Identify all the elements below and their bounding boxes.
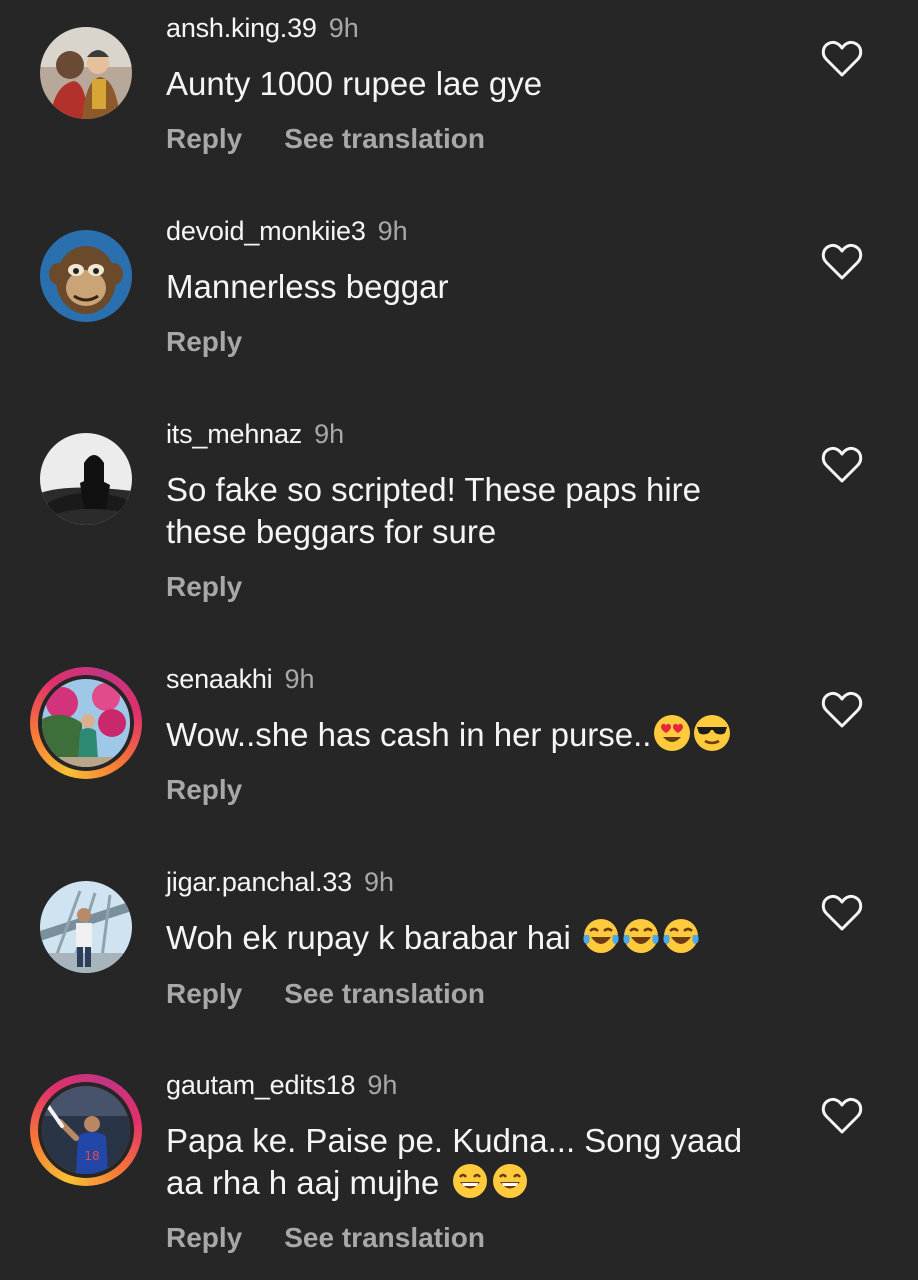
comment-username[interactable]: its_mehnaz: [166, 419, 302, 449]
avatar[interactable]: [40, 27, 132, 119]
reply-button[interactable]: Reply: [166, 1222, 242, 1254]
grinning-emoji: [491, 1162, 529, 1200]
profile-photo-icon: 18: [38, 1082, 134, 1178]
comment-text: Woh ek rupay k barabar hai: [166, 917, 786, 959]
comment-timestamp: 9h: [367, 1070, 398, 1100]
grinning-emoji: [451, 1162, 489, 1200]
comment-timestamp: 9h: [377, 216, 408, 246]
reply-button[interactable]: Reply: [166, 774, 242, 806]
tears-of-joy-emoji: [622, 917, 660, 955]
comment-timestamp: 9h: [284, 664, 315, 694]
tears-of-joy-emoji: [662, 917, 700, 955]
see-translation-button[interactable]: See translation: [284, 123, 485, 155]
comment-text: Papa ke. Paise pe. Kudna... Song yaad aa…: [166, 1120, 786, 1204]
like-heart-icon[interactable]: [820, 689, 864, 729]
see-translation-button[interactable]: See translation: [284, 978, 485, 1010]
reply-button[interactable]: Reply: [166, 571, 242, 603]
svg-text:18: 18: [84, 1149, 99, 1163]
reply-button[interactable]: Reply: [166, 123, 242, 155]
tears-of-joy-emoji: [582, 917, 620, 955]
comment-username[interactable]: ansh.king.39: [166, 13, 317, 43]
comment-text: So fake so scripted! These paps hire the…: [166, 471, 702, 550]
comment-text: Aunty 1000 rupee lae gye: [166, 65, 543, 102]
avatar[interactable]: [40, 433, 132, 525]
like-heart-icon[interactable]: [820, 241, 864, 281]
avatar[interactable]: [40, 230, 132, 322]
comment-text: Mannerless beggar: [166, 268, 449, 305]
comment-username[interactable]: senaakhi: [166, 664, 273, 694]
like-heart-icon[interactable]: [820, 38, 864, 78]
reply-button[interactable]: Reply: [166, 978, 242, 1010]
comment-text-content: Woh ek rupay k barabar hai: [166, 919, 571, 956]
comment-username[interactable]: jigar.panchal.33: [166, 867, 352, 897]
comment-username[interactable]: gautam_edits18: [166, 1070, 356, 1100]
sunglasses-emoji: [693, 714, 731, 752]
comment-text-content: Wow..she has cash in her purse..: [166, 716, 652, 753]
see-translation-button[interactable]: See translation: [284, 1222, 485, 1254]
profile-photo-icon: [38, 675, 134, 771]
comment-timestamp: 9h: [328, 13, 359, 43]
monkey-avatar-icon: [40, 230, 132, 322]
like-heart-icon[interactable]: [820, 892, 864, 932]
comment-timestamp: 9h: [363, 867, 394, 897]
profile-photo-icon: [40, 881, 132, 973]
like-heart-icon[interactable]: [820, 1095, 864, 1135]
reply-button[interactable]: Reply: [166, 326, 242, 358]
like-heart-icon[interactable]: [820, 444, 864, 484]
story-ring-avatar[interactable]: [30, 667, 142, 779]
comment-timestamp: 9h: [314, 419, 345, 449]
heart-eyes-emoji: [653, 714, 691, 752]
avatar[interactable]: [40, 881, 132, 973]
comment-username[interactable]: devoid_monkiie3: [166, 216, 366, 246]
story-ring-avatar[interactable]: 18: [30, 1074, 142, 1186]
profile-photo-icon: [40, 27, 132, 119]
comment-text: Wow..she has cash in her purse..: [166, 714, 786, 756]
profile-photo-icon: [40, 433, 132, 525]
